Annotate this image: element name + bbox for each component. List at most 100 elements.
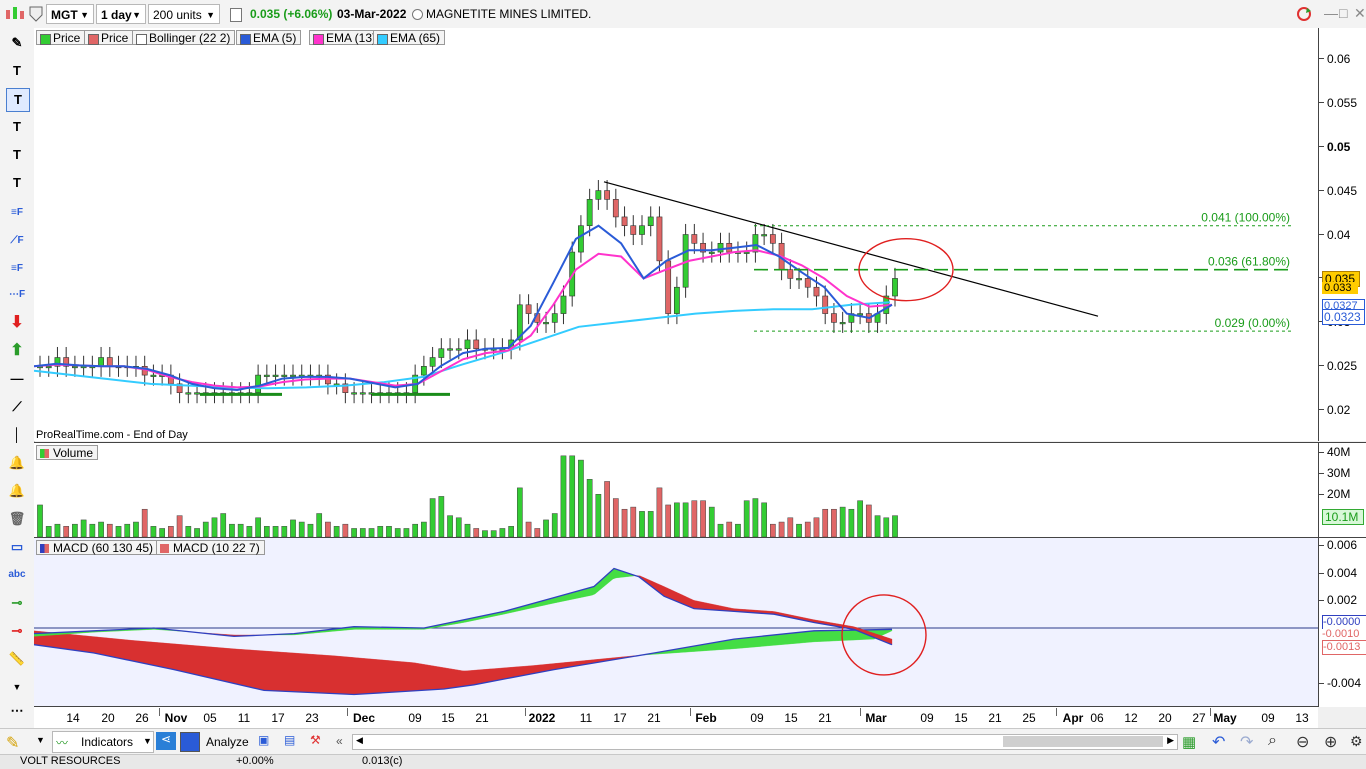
indicator-tag[interactable]: EMA (65) — [373, 30, 445, 45]
text-tool-2-icon[interactable]: T — [6, 116, 28, 138]
macd-slow-ribbon — [76, 635, 79, 651]
indicator-label: EMA (5) — [253, 31, 296, 45]
volume-pane[interactable]: Volume — [34, 442, 1318, 537]
fib-arc-icon[interactable]: ≡F — [6, 258, 28, 280]
sell-line-icon[interactable]: ⊸ — [6, 620, 28, 642]
macd-slow-ribbon — [277, 652, 280, 691]
volume-bar — [194, 528, 199, 537]
settings-icon[interactable]: ⚙ — [1350, 733, 1363, 750]
volume-bar — [221, 514, 226, 538]
price-pane[interactable]: 0.041 (100.00%)0.036 (61.80%)0.029 (0.00… — [34, 28, 1318, 441]
fib-time-icon[interactable]: ⋯F — [6, 284, 28, 306]
text-tool-icon[interactable]: T — [6, 60, 28, 82]
macd-axis[interactable]: 0.0060.0040.002-0.004 -0.0000 -0.0010 -0… — [1318, 537, 1366, 707]
radio-icon[interactable] — [412, 9, 423, 20]
ruler-icon[interactable]: 📏 — [6, 648, 28, 670]
alert-edit-icon[interactable]: 🔔 — [6, 480, 28, 502]
price-candle — [674, 287, 679, 313]
undo-icon[interactable]: ↶ — [1212, 732, 1225, 752]
collapse-left-icon[interactable]: « — [336, 734, 343, 748]
macd-slow-ribbon — [226, 648, 229, 682]
sell-arrow-icon[interactable]: ⬇ — [6, 312, 28, 334]
volume-bar — [439, 496, 444, 537]
zoom-in-icon[interactable]: ⊕ — [1324, 732, 1337, 752]
zoom-fit-icon[interactable]: ⌕ — [1268, 732, 1277, 750]
macd-slow-ribbon — [355, 658, 358, 695]
price-candle — [447, 349, 452, 351]
indicator-tag[interactable]: Price — [36, 30, 85, 45]
draw-pencil-icon[interactable]: ✎ — [6, 733, 28, 751]
abc-pattern-icon[interactable]: abc — [6, 564, 28, 586]
macd-slow-ribbon — [538, 665, 541, 673]
macd-pane[interactable]: MACD (60 130 45)MACD (10 22 7) — [34, 537, 1318, 707]
scan-icon[interactable]: ▣ — [258, 733, 276, 749]
volume-bar — [639, 511, 644, 537]
text-tool-4-icon[interactable]: T — [6, 172, 28, 194]
pencil-icon[interactable]: ✎ — [6, 32, 28, 54]
indicator-tag[interactable]: Bollinger (22 2) — [132, 30, 235, 45]
share-icon[interactable]: ⋖ — [156, 732, 176, 750]
buy-arrow-icon[interactable]: ⬆ — [6, 340, 28, 362]
shield-icon[interactable] — [28, 5, 44, 23]
maximize-icon[interactable]: □ — [1339, 5, 1347, 21]
fibonacci-icon[interactable]: ≡F — [6, 202, 28, 224]
indicators-label: Indicators — [81, 735, 133, 749]
calendar-icon[interactable]: ▦ — [1182, 733, 1196, 751]
macd-slow-ribbon — [724, 640, 727, 649]
volume-bar — [351, 528, 356, 537]
scroll-left-icon[interactable]: ◀ — [356, 735, 363, 746]
volume-axis[interactable]: 40M30M20M 10.1M — [1318, 442, 1366, 537]
redo-icon[interactable]: ↷ — [1240, 732, 1253, 752]
trash-icon[interactable]: 🗑 — [6, 508, 28, 530]
indicator-tag[interactable]: EMA (13) — [309, 30, 381, 45]
chart-type-icon[interactable] — [4, 5, 26, 23]
alert-bell-icon[interactable]: 🔔 — [6, 452, 28, 474]
minimize-icon[interactable]: — — [1324, 5, 1338, 21]
info-icon[interactable] — [230, 8, 242, 22]
macd-slow-ribbon — [514, 667, 517, 677]
macd-y-tick-label: 0.002 — [1327, 593, 1357, 607]
close-icon[interactable]: ✕ — [1354, 5, 1366, 22]
price-y-tick-mark — [1319, 102, 1324, 103]
volume-tag[interactable]: Volume — [36, 445, 98, 460]
macd-slow-ribbon — [367, 659, 370, 694]
tools-icon[interactable]: ⚒ — [310, 733, 328, 749]
analyze-icon[interactable] — [180, 732, 200, 752]
volume-bar — [631, 507, 636, 537]
text-box-tool-icon[interactable]: T — [6, 88, 30, 112]
x-tick-label: 25 — [1015, 711, 1043, 725]
timeframe-select[interactable]: 1 day ▼ — [96, 4, 146, 24]
indicator-tag[interactable]: EMA (5) — [236, 30, 301, 45]
expand-down-icon[interactable]: ▼ — [6, 676, 28, 698]
macd-slow-ribbon — [499, 668, 502, 680]
status-name[interactable]: VOLT RESOURCES — [20, 755, 120, 767]
chevron-down-icon[interactable]: ▼ — [36, 735, 45, 745]
volume-bar — [264, 526, 269, 537]
indicator-tag[interactable]: Price — [84, 30, 133, 45]
volume-bar — [561, 456, 566, 537]
rectangle-tool-icon[interactable]: ▭ — [6, 536, 28, 558]
trendline-icon[interactable]: ⟋ — [6, 396, 28, 418]
macd-slow-ribbon — [448, 668, 451, 688]
macd-indicator-tag[interactable]: MACD (60 130 45) — [36, 540, 158, 555]
indicators-button[interactable]: 〰 Indicators ▼ — [52, 731, 154, 753]
more-icon[interactable]: ⋯ — [6, 700, 28, 722]
macd-indicator-tag[interactable]: MACD (10 22 7) — [156, 540, 265, 555]
scroll-thumb[interactable] — [1003, 736, 1163, 747]
scroll-right-icon[interactable]: ▶ — [1167, 735, 1174, 746]
zoom-out-icon[interactable]: ⊖ — [1296, 732, 1309, 752]
units-select[interactable]: 200 units ▼ — [148, 4, 220, 24]
horizontal-line-icon[interactable]: — — [6, 368, 28, 390]
macd-slow-ribbon — [520, 666, 523, 676]
horizontal-scrollbar[interactable]: ◀ ▶ — [352, 734, 1178, 750]
fib-fan-icon[interactable]: ⟋F — [6, 230, 28, 252]
macd-slow-ribbon — [736, 639, 739, 649]
window-icon[interactable]: ▤ — [284, 733, 302, 749]
price-axis[interactable]: 0.060.0550.050.0450.040.0350.030.0250.02… — [1318, 28, 1366, 441]
text-tool-3-icon[interactable]: T — [6, 144, 28, 166]
sync-icon[interactable] — [1293, 5, 1315, 23]
ticker-select[interactable]: MGT ▼ — [46, 4, 94, 24]
analyze-label[interactable]: Analyze — [206, 735, 249, 749]
buy-line-icon[interactable]: ⊸ — [6, 592, 28, 614]
vertical-line-icon[interactable]: │ — [6, 424, 28, 446]
